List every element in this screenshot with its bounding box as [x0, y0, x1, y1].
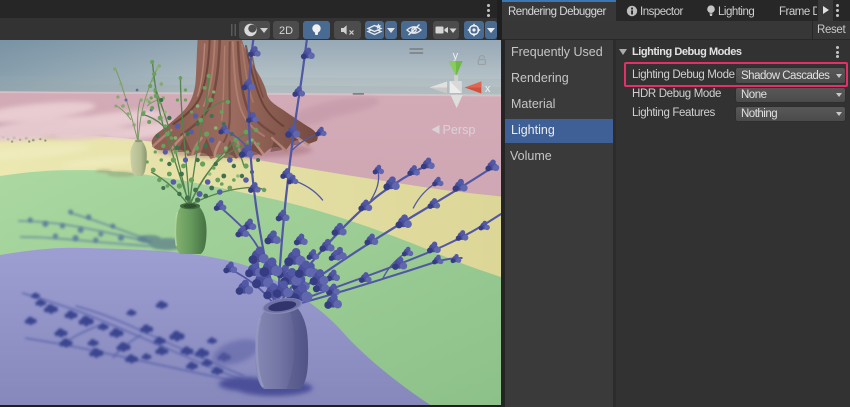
svg-text:x: x — [485, 83, 491, 95]
svg-text:Persp: Persp — [443, 123, 476, 137]
svg-text:2D: 2D — [279, 25, 293, 37]
svg-text:y: y — [453, 50, 459, 62]
